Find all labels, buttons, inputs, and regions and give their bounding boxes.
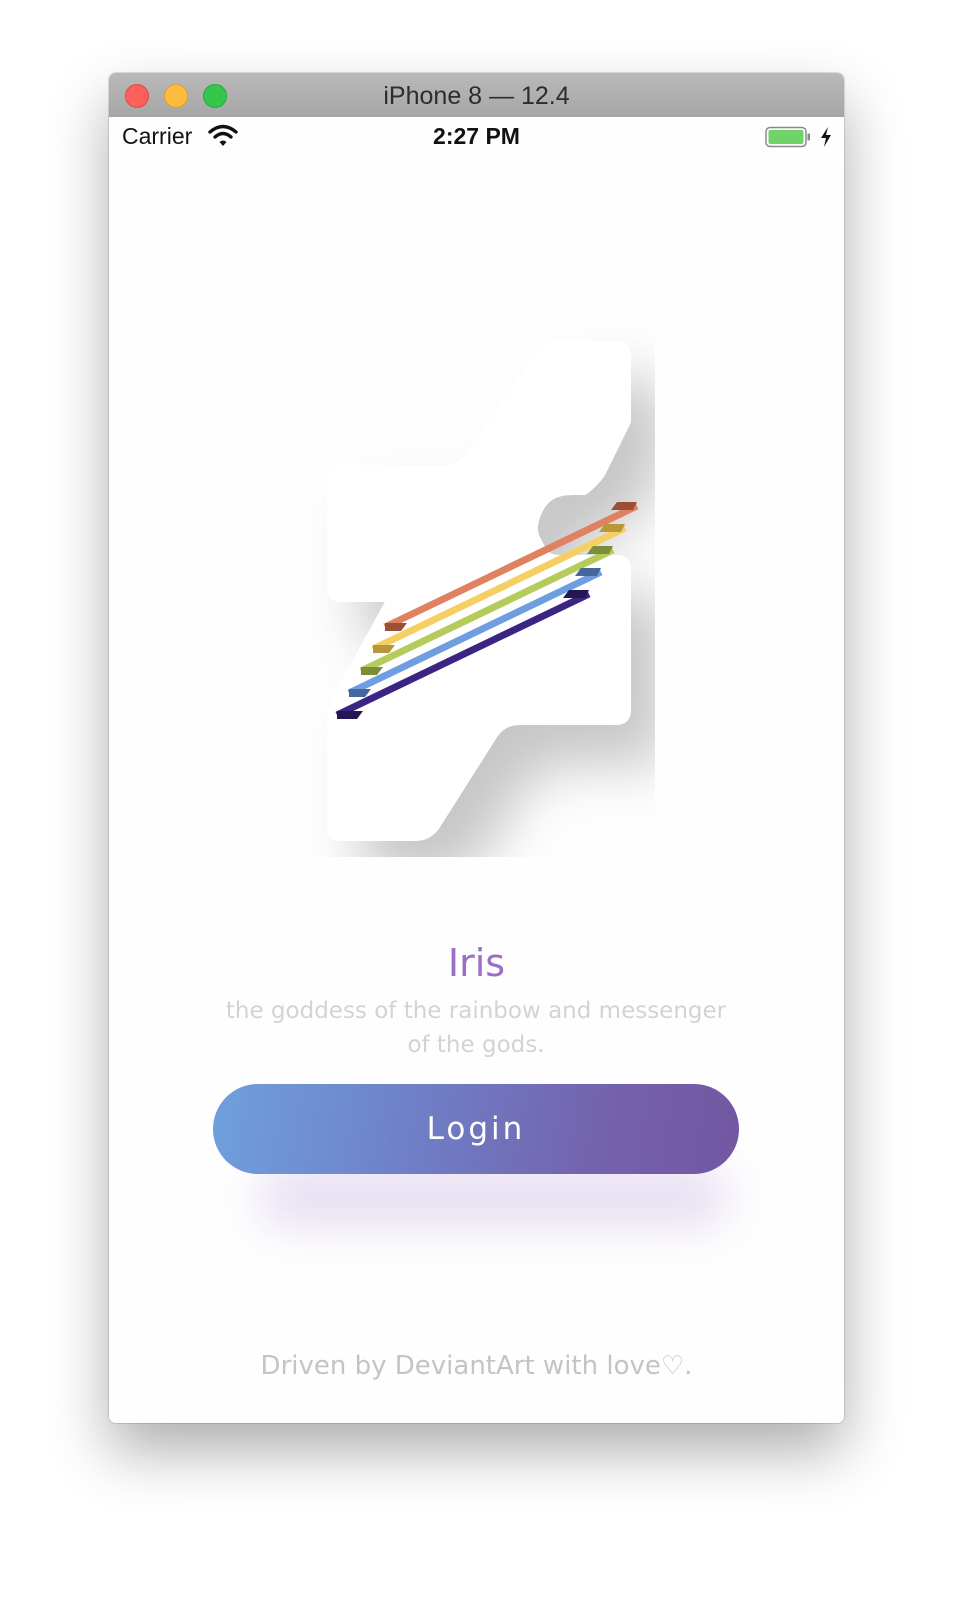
phone-screen: Carrier 2:27 PM Iris the goddess of the … xyxy=(109,117,844,1423)
battery-icon xyxy=(765,126,810,148)
app-subtitle: the goddess of the rainbow and messenger… xyxy=(225,998,727,1058)
status-time: 2:27 PM xyxy=(433,123,520,149)
login-button-shadow xyxy=(259,1167,729,1227)
window-titlebar: iPhone 8 — 12.4 xyxy=(109,73,844,118)
status-bar: Carrier 2:27 PM xyxy=(109,117,844,157)
footer-credit: Driven by DeviantArt with love♡. xyxy=(260,1351,693,1381)
simulator-window: iPhone 8 — 12.4 Carrier 2:27 PM Iris the… xyxy=(109,73,844,1423)
app-title: Iris xyxy=(447,941,506,985)
login-button[interactable]: Login xyxy=(213,1084,739,1174)
deviantart-logo-icon xyxy=(327,341,639,841)
charging-bolt-icon xyxy=(821,127,831,147)
window-title: iPhone 8 — 12.4 xyxy=(383,82,570,110)
